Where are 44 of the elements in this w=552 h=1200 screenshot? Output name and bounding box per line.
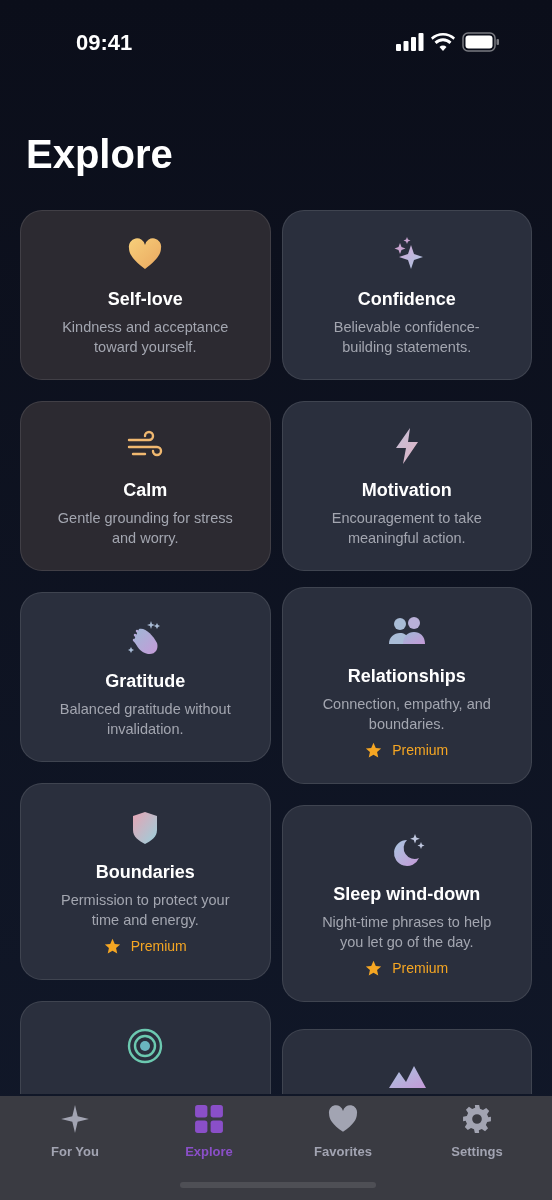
category-card[interactable] [20, 1001, 271, 1094]
category-card[interactable]: Sleep wind-down Night-time phrases to help you let go of the day. Premium [281, 805, 532, 1002]
settings-icon [462, 1104, 492, 1134]
card-description: Believable confidence-building statements. [332, 318, 481, 357]
card-title: Self-love [107, 288, 183, 311]
category-card[interactable] [281, 1029, 532, 1094]
premium-label: Premium [392, 741, 449, 760]
category-card[interactable]: Self-love Kindness and acceptance toward yourself. [20, 210, 271, 380]
card-title: Relationships [347, 665, 466, 688]
card-title: Boundaries [95, 861, 195, 884]
tab[interactable]: For You [20, 1104, 130, 1162]
grid-icon [194, 1104, 224, 1134]
battery-icon [462, 32, 500, 52]
card-description: Encouragement to take meaningful action. [330, 509, 483, 548]
card-description: Kindness and acceptance toward yourself. [61, 318, 230, 357]
star-icon [365, 742, 383, 759]
card-title: Gratitude [105, 670, 186, 693]
card-description: Gentle grounding for stress and worry. [56, 509, 234, 548]
category-card[interactable]: Confidence Believable confidence-building statements. [281, 210, 532, 380]
category-card[interactable]: Relationships Connection, empathy, and boundaries. Premium [281, 587, 532, 784]
star-icon [103, 938, 121, 955]
card-description: Balanced gratitude without invalidation. [58, 700, 232, 739]
card-title: Confidence [357, 288, 456, 311]
premium-label: Premium [130, 937, 187, 956]
tab[interactable]: Favorites [288, 1104, 398, 1162]
card-title: Sleep wind-down [333, 883, 481, 906]
status-time: 09:41 [76, 28, 133, 57]
card-description: Connection, empathy, and boundaries. [321, 695, 492, 734]
category-card[interactable]: Calm Gentle grounding for stress and worry. [20, 401, 271, 571]
wifi-icon [431, 33, 455, 51]
category-card[interactable]: Motivation Encouragement to take meaningful action. [281, 401, 532, 571]
category-card[interactable]: Boundaries Permission to protect your time and energy. Premium [20, 783, 271, 980]
sparkle-icon [60, 1104, 90, 1134]
star-icon [365, 960, 383, 977]
signal-icon [396, 33, 424, 51]
heart-icon [328, 1104, 358, 1134]
tab[interactable]: Settings [422, 1104, 532, 1162]
card-description: Night-time phrases to help you let go of the day. [321, 913, 493, 952]
category-card[interactable]: Gratitude Balanced gratitude without invalidation. [20, 592, 271, 762]
card-title: Calm [123, 479, 168, 502]
card-description: Permission to protect your time and energy. [60, 891, 231, 930]
premium-label: Premium [392, 959, 449, 978]
page-title: Explore [26, 134, 174, 174]
card-title: Motivation [361, 479, 452, 502]
